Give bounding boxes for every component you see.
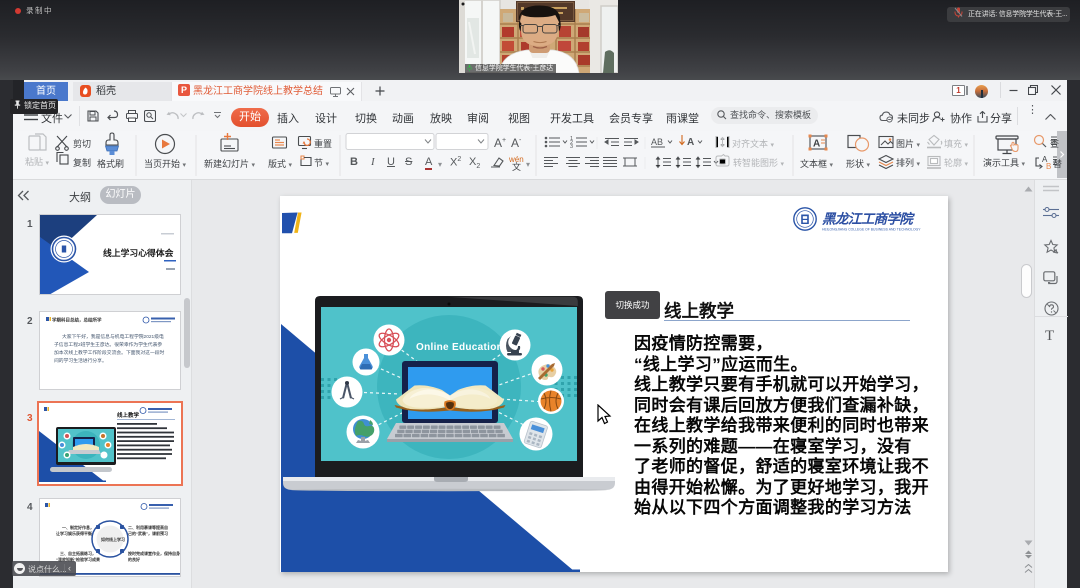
svg-text:间的学习生活进行分享。: 间的学习生活进行分享。 — [54, 357, 107, 364]
svg-text:Online Education: Online Education — [416, 342, 503, 353]
svg-text:三、自主拓展练习，: 三、自主拓展练习， — [60, 550, 96, 556]
svg-text:黑龙江工商学院: 黑龙江工商学院 — [822, 212, 915, 227]
svg-text:B: B — [1046, 162, 1051, 171]
svg-text:学期科目总结，总结所学: 学期科目总结，总结所学 — [52, 317, 102, 324]
svg-text:如何线上学习: 如何线上学习 — [101, 536, 125, 542]
svg-text:HEILONGJIANG COLLEGE OF BUSINE: HEILONGJIANG COLLEGE OF BUSINESS AND TEC… — [822, 228, 921, 232]
svg-text:一、制定好作息，: 一、制定好作息， — [62, 524, 94, 530]
svg-text:二、利用慕课等提高自: 二、利用慕课等提高自 — [128, 524, 168, 530]
svg-text:加本次线上教学工作阶段交流会。下面我对这一段时: 加本次线上教学工作阶段交流会。下面我对这一段时 — [54, 349, 165, 356]
svg-text:按时完成课堂作业，保持自身心态: 按时完成课堂作业，保持自身心态 — [128, 550, 180, 556]
svg-text:AB: AB — [651, 137, 663, 147]
svg-text:让学习娱乐获得平衡: 让学习娱乐获得平衡 — [56, 530, 92, 536]
svg-text:3: 3 — [570, 144, 573, 150]
svg-text:的良好: 的良好 — [128, 556, 140, 562]
svg-text:大家下午好，我是信息与机电工程学院2021级电: 大家下午好，我是信息与机电工程学院2021级电 — [62, 333, 164, 340]
svg-text:线上教学: 线上教学 — [117, 411, 140, 419]
svg-text:A: A — [687, 137, 694, 148]
svg-text:己的“武装”，课前预习: 己的“武装”，课前预习 — [128, 530, 168, 536]
svg-text:线上学习心得体会: 线上学习心得体会 — [103, 247, 174, 258]
svg-text:子信息工程2班学生王彦达。很荣幸作为学生代表参: 子信息工程2班学生王彦达。很荣幸作为学生代表参 — [54, 341, 162, 348]
svg-text:A: A — [813, 139, 820, 150]
